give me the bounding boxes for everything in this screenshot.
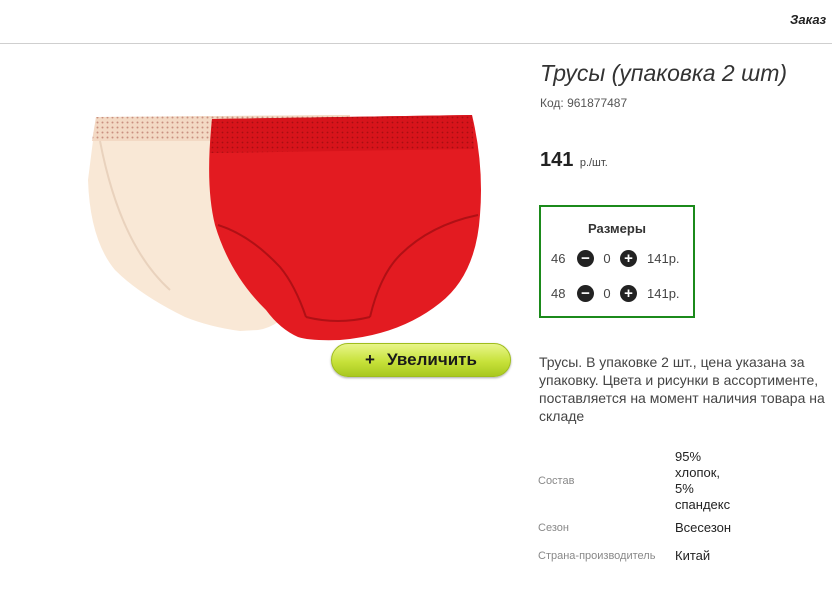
- panties-illustration: [88, 115, 481, 341]
- size-label: 48: [551, 285, 566, 301]
- minus-icon[interactable]: −: [577, 249, 594, 267]
- product-image[interactable]: [80, 105, 500, 350]
- sizes-panel: Размеры 46 − 0 + 141р. 48 − 0 + 141р.: [539, 205, 695, 318]
- attribute-label: Состав: [538, 475, 575, 487]
- attribute-value-line: хлопок,: [675, 465, 721, 480]
- orders-link[interactable]: Заказ: [790, 12, 826, 27]
- quantity-value[interactable]: 0: [594, 286, 620, 301]
- product-code: Код: 961877487: [540, 96, 628, 110]
- size-row: 48 − 0 + 141р.: [551, 283, 691, 303]
- zoom-button-label: Увеличить: [386, 350, 477, 369]
- attribute-value: 95% хлопок, 5% спандекс: [675, 448, 731, 514]
- attribute-value-line: Всесезон: [675, 520, 732, 535]
- attributes-table: Состав 95% хлопок, 5% спандекс Сезон Все…: [538, 448, 731, 570]
- price-unit: р./шт.: [579, 157, 608, 169]
- plus-icon: +: [365, 350, 375, 369]
- attribute-row: Состав 95% хлопок, 5% спандекс: [538, 448, 731, 514]
- zoom-button[interactable]: + Увеличить: [331, 343, 511, 377]
- attribute-value-line: 95%: [675, 449, 702, 464]
- attribute-value-line: спандекс: [675, 497, 731, 512]
- attribute-row: Страна-производитель Китай: [538, 542, 731, 570]
- price-value: 141: [540, 149, 574, 171]
- size-row: 46 − 0 + 141р.: [551, 248, 691, 268]
- quantity-value[interactable]: 0: [594, 251, 620, 266]
- size-price: 141р.: [647, 250, 680, 266]
- attribute-label: Страна-производитель: [538, 550, 656, 562]
- plus-icon[interactable]: +: [620, 284, 637, 302]
- size-label: 46: [551, 250, 566, 266]
- size-price: 141р.: [647, 285, 680, 301]
- attribute-value-line: 5%: [675, 481, 694, 496]
- minus-icon[interactable]: −: [577, 284, 594, 302]
- attribute-value: Китай: [675, 542, 731, 570]
- attribute-value: Всесезон: [675, 514, 731, 542]
- top-bar: Заказ: [0, 0, 832, 44]
- plus-icon[interactable]: +: [620, 249, 637, 267]
- product-title: Трусы (упаковка 2 шт): [540, 60, 788, 86]
- sizes-title: Размеры: [588, 221, 646, 236]
- attribute-value-line: Китай: [675, 548, 711, 563]
- price-block: 141 р./шт.: [540, 149, 608, 172]
- attribute-row: Сезон Всесезон: [538, 514, 731, 542]
- attribute-label: Сезон: [538, 522, 569, 534]
- product-description: Трусы. В упаковке 2 шт., цена указана за…: [539, 354, 825, 424]
